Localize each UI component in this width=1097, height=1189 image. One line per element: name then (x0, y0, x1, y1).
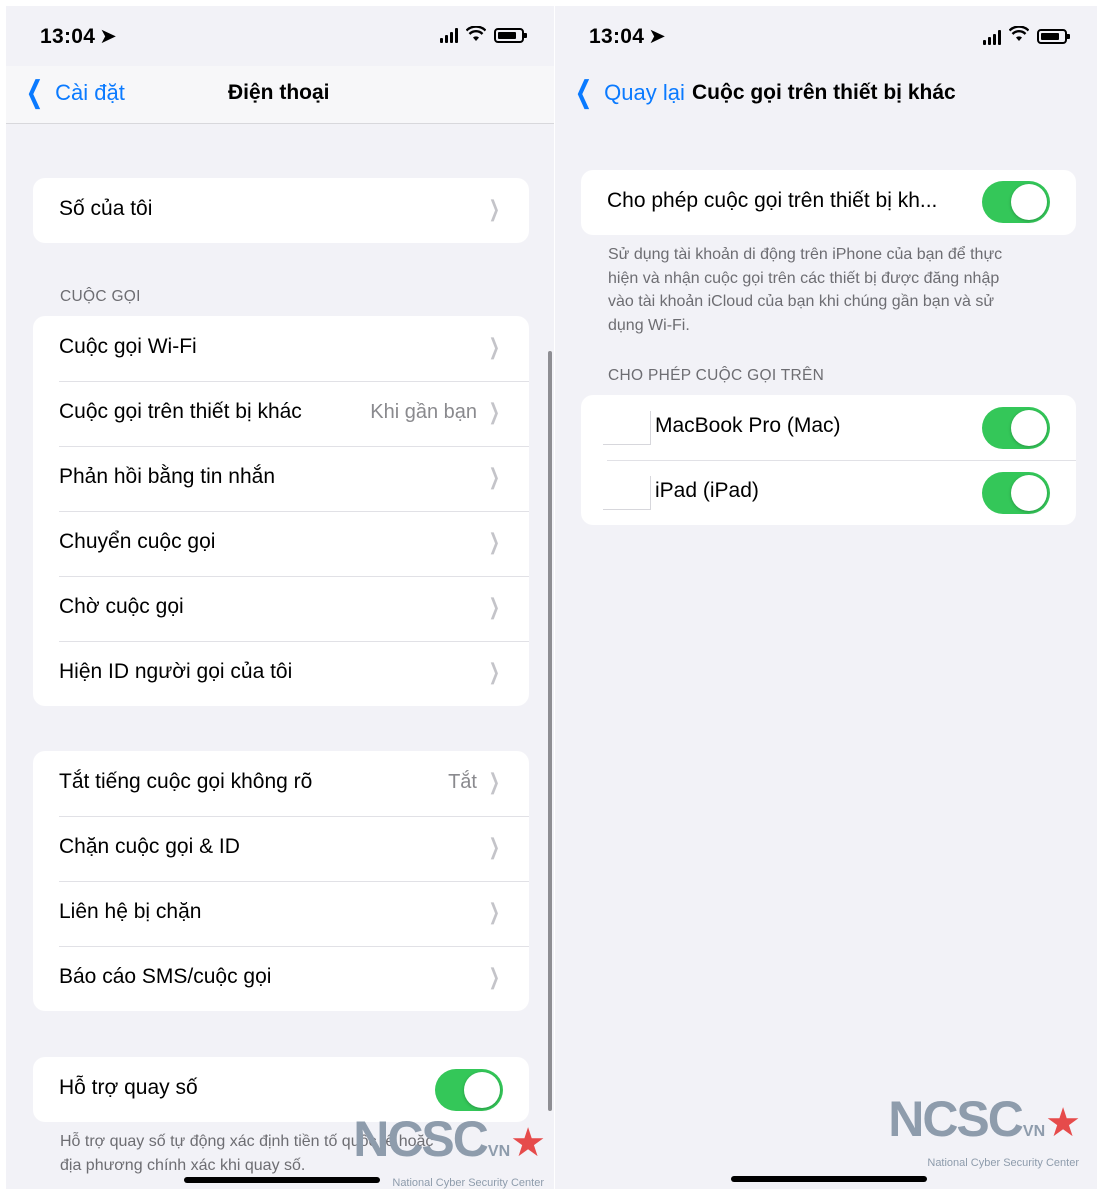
home-indicator[interactable] (731, 1176, 927, 1182)
wifi-icon (465, 25, 487, 44)
navigation-bar: ❮ Quay lại Cuộc gọi trên thiết bị khác (555, 66, 1097, 124)
watermark-logo-suffix: VN (487, 1143, 511, 1160)
row-silence-unknown-callers[interactable]: Tắt tiếng cuộc gọi không rõ Tắt ❯ (33, 751, 529, 816)
devices-group: MacBook Pro (Mac) iPad (iPad) (581, 395, 1076, 525)
section-header-calls: CUỘC GỌI (60, 288, 141, 305)
row-label: Hiện ID người gọi của tôi (59, 660, 293, 683)
row-label: Tắt tiếng cuộc gọi không rõ (59, 770, 313, 793)
row-label: iPad (iPad) (655, 479, 759, 502)
page-title: Cuộc gọi trên thiết bị khác (692, 81, 956, 104)
row-calls-on-other-devices[interactable]: Cuộc gọi trên thiết bị khác Khi gần bạn … (33, 381, 529, 446)
row-label: Hỗ trợ quay số (59, 1076, 198, 1099)
blocking-group: Tắt tiếng cuộc gọi không rõ Tắt ❯ Chặn c… (33, 751, 529, 1011)
row-label: Phản hồi bằng tin nhắn (59, 465, 276, 488)
row-allow-calls-other-devices: Cho phép cuộc gọi trên thiết bị kh... (581, 170, 1076, 235)
chevron-right-icon: ❯ (488, 529, 500, 554)
other-devices-screen: 13:04 ➤ ❮ Quay lại Cuộc gọi trên thiết bị… (555, 6, 1097, 1189)
my-number-group: Số của tôi ❯ (33, 178, 529, 243)
chevron-right-icon: ❯ (488, 899, 500, 924)
cellular-signal-icon (440, 27, 458, 43)
chevron-right-icon: ❯ (488, 834, 500, 859)
star-icon: ★ (510, 1121, 546, 1165)
phone-settings-screen: 13:04 ➤ ❮ Cài đặt Điện thoại Số của tôi ❯… (6, 6, 554, 1189)
row-wifi-calling[interactable]: Cuộc gọi Wi-Fi ❯ (33, 316, 529, 381)
page-title: Điện thoại (228, 81, 330, 104)
row-blocked-contacts[interactable]: Liên hệ bị chặn ❯ (33, 881, 529, 946)
watermark-logo: NCSC (353, 1111, 489, 1167)
chevron-left-icon: ❮ (574, 76, 593, 109)
row-show-caller-id[interactable]: Hiện ID người gọi của tôi ❯ (33, 641, 529, 706)
section-header-devices: CHO PHÉP CUỘC GỌI TRÊN (608, 367, 825, 384)
location-arrow-icon: ➤ (99, 25, 118, 48)
row-label: Cuộc gọi Wi-Fi (59, 335, 197, 358)
row-label: MacBook Pro (Mac) (655, 414, 841, 437)
row-value: Khi gần bạn (370, 401, 477, 423)
chevron-right-icon: ❯ (488, 659, 500, 684)
status-bar: 13:04 ➤ (555, 6, 1097, 66)
row-label: Chờ cuộc gọi (59, 595, 184, 618)
ipad-toggle[interactable] (982, 472, 1050, 514)
chevron-right-icon: ❯ (488, 464, 500, 489)
watermark-subtitle: National Cyber Security Center (392, 1177, 544, 1189)
allow-calls-group: Cho phép cuộc gọi trên thiết bị kh... (581, 170, 1076, 235)
back-button[interactable]: ❮ Cài đặt (22, 76, 125, 109)
row-call-waiting[interactable]: Chờ cuộc gọi ❯ (33, 576, 529, 641)
chevron-right-icon: ❯ (488, 594, 500, 619)
row-label: Số của tôi (59, 197, 153, 220)
ncsc-watermark: NCSCVN★ National Cyber Security Center (353, 1114, 546, 1189)
footer-line: vào tài khoản iCloud của bạn khi chúng g… (608, 293, 995, 310)
tablet-icon (603, 476, 651, 510)
row-label: Cho phép cuộc gọi trên thiết bị kh... (607, 189, 938, 212)
back-label: Quay lại (604, 80, 685, 105)
watermark-subtitle: National Cyber Security Center (927, 1157, 1079, 1169)
row-my-number[interactable]: Số của tôi ❯ (33, 178, 529, 243)
macbook-toggle[interactable] (982, 407, 1050, 449)
calls-group: Cuộc gọi Wi-Fi ❯ Cuộc gọi trên thiết bị … (33, 316, 529, 706)
dial-assist-toggle[interactable] (435, 1069, 503, 1111)
chevron-right-icon: ❯ (488, 334, 500, 359)
navigation-bar: ❮ Cài đặt Điện thoại (6, 66, 554, 124)
chevron-right-icon: ❯ (488, 196, 500, 221)
row-respond-with-text[interactable]: Phản hồi bằng tin nhắn ❯ (33, 446, 529, 511)
home-indicator[interactable] (184, 1177, 380, 1183)
chevron-left-icon: ❮ (25, 76, 44, 109)
row-device-ipad: iPad (iPad) (581, 460, 1076, 525)
back-label: Cài đặt (55, 80, 125, 105)
row-value: Tắt (448, 771, 477, 793)
row-label: Chặn cuộc gọi & ID (59, 835, 240, 858)
star-icon: ★ (1045, 1101, 1081, 1145)
row-sms-call-reporting[interactable]: Báo cáo SMS/cuộc gọi ❯ (33, 946, 529, 1011)
allow-calls-toggle[interactable] (982, 181, 1050, 223)
allow-calls-footer: Sử dụng tài khoản di động trên iPhone củ… (608, 243, 1002, 337)
scrollbar[interactable] (548, 351, 552, 1111)
row-label: Liên hệ bị chặn (59, 900, 202, 923)
status-time: 13:04 ➤ (40, 25, 118, 48)
cellular-signal-icon (983, 29, 1001, 45)
location-arrow-icon: ➤ (648, 25, 667, 48)
row-call-forwarding[interactable]: Chuyển cuộc gọi ❯ (33, 511, 529, 576)
watermark-logo: NCSC (888, 1091, 1024, 1147)
row-device-macbook: MacBook Pro (Mac) (581, 395, 1076, 460)
row-label: Chuyển cuộc gọi (59, 530, 216, 553)
ncsc-watermark: NCSCVN★ National Cyber Security Center (888, 1094, 1081, 1169)
status-time: 13:04 ➤ (589, 25, 667, 48)
laptop-icon (603, 411, 651, 445)
row-label: Báo cáo SMS/cuộc gọi (59, 965, 272, 988)
back-button[interactable]: ❮ Quay lại (571, 76, 685, 109)
footer-line: hiện và nhận cuộc gọi trên các thiết bị … (608, 269, 1000, 287)
watermark-logo-suffix: VN (1022, 1123, 1046, 1140)
chevron-right-icon: ❯ (488, 399, 500, 424)
battery-icon (494, 27, 527, 43)
row-call-blocking-id[interactable]: Chặn cuộc gọi & ID ❯ (33, 816, 529, 881)
row-label: Cuộc gọi trên thiết bị khác (59, 400, 302, 423)
status-bar: 13:04 ➤ (6, 6, 554, 66)
chevron-right-icon: ❯ (488, 769, 500, 794)
wifi-icon (1008, 25, 1030, 47)
chevron-right-icon: ❯ (488, 964, 500, 989)
footer-line: dụng Wi-Fi. (608, 316, 690, 334)
footer-line: Sử dụng tài khoản di động trên iPhone củ… (608, 246, 1003, 263)
battery-icon (1037, 29, 1070, 44)
